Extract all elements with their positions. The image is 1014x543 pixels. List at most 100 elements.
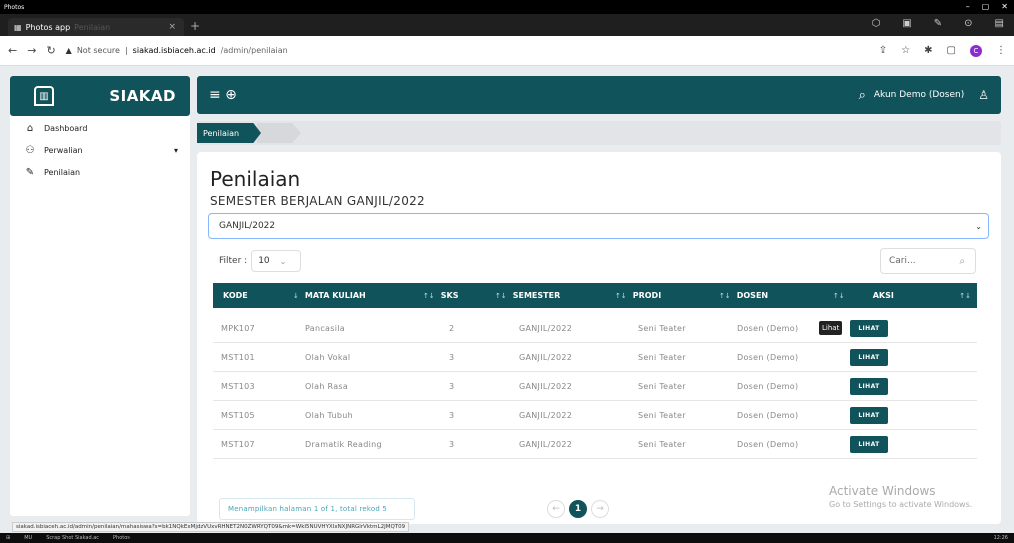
not-secure-label: Not secure	[76, 46, 120, 55]
sort-icon: ↑↓	[615, 291, 627, 300]
column-header-aksi[interactable]: ↑↓ AKSI ↑↓	[833, 283, 977, 308]
home-icon: ⌂	[26, 122, 34, 134]
users-icon: ⚇	[25, 144, 35, 156]
back-icon[interactable]: ←	[8, 44, 17, 57]
semester-select[interactable]: GANJIL/2022 ⌄	[208, 213, 989, 239]
page-size-value: 10	[258, 256, 270, 266]
column-header-prodi[interactable]: ↑↓ PRODI	[615, 283, 661, 308]
search-icon: ⌕	[959, 255, 965, 267]
brand-name: SIAKAD	[109, 87, 176, 105]
bookmark-star-icon[interactable]: ☆	[901, 45, 910, 56]
clock: 12:26	[993, 535, 1008, 541]
sidebar-item-label: Perwalian	[44, 145, 83, 155]
page-button[interactable]: 1	[569, 500, 587, 518]
lihat-button[interactable]: LIHAT	[850, 349, 888, 366]
share-page-icon[interactable]: ⇪	[879, 45, 887, 56]
sidebar-item-label: Dashboard	[44, 123, 88, 133]
sort-icon: ↑↓	[495, 291, 507, 300]
page-subtitle: SEMESTER BERJALAN GANJIL/2022	[210, 194, 425, 208]
profile-avatar[interactable]: C	[970, 44, 982, 57]
reload-icon[interactable]: ↻	[46, 44, 55, 57]
breadcrumb-item-penilaian[interactable]: Penilaian	[197, 123, 261, 143]
top-navbar: ≡ ⊕ ⌕ Akun Demo (Dosen) ♙	[197, 76, 1001, 114]
column-header-kode[interactable]: KODE	[223, 283, 248, 308]
url-domain: siakad.isbiaceh.ac.id	[132, 46, 216, 55]
search-placeholder: Cari...	[889, 256, 916, 266]
user-icon[interactable]: ♙	[978, 88, 989, 102]
minimize-icon[interactable]: –	[966, 2, 970, 11]
column-header-semester[interactable]: ↑↓ SEMESTER	[495, 283, 560, 308]
breadcrumb-spacer	[257, 123, 301, 143]
edit-icon[interactable]: ✎	[934, 18, 942, 29]
university-logo-icon: ▥	[34, 86, 54, 106]
semester-select-value: GANJIL/2022	[219, 221, 276, 231]
table-row: MST101 Olah Vokal 3 GANJIL/2022 Seni Tea…	[213, 343, 977, 372]
url-field[interactable]: ▲ Not secure | siakad.isbiaceh.ac.id/adm…	[66, 46, 288, 55]
tab-title: Photos app	[25, 22, 71, 32]
filter-label: Filter :	[219, 256, 248, 266]
sort-icon: ↑↓	[719, 291, 731, 300]
sidebar-item-perwalian[interactable]: ⚇ Perwalian ▾	[10, 140, 190, 160]
page-title: Penilaian	[210, 167, 301, 191]
status-url: siakad.isbiaceh.ac.id/admin/penilaian/ma…	[12, 522, 410, 532]
zoom-icon[interactable]: ⊙	[964, 18, 972, 29]
search-icon[interactable]: ⌕	[859, 88, 866, 103]
main-card: Penilaian SEMESTER BERJALAN GANJIL/2022 …	[197, 152, 1001, 524]
user-name[interactable]: Akun Demo (Dosen)	[874, 90, 964, 100]
save-icon[interactable]: ▤	[995, 18, 1004, 29]
address-bar: ← → ↻ ▲ Not secure | siakad.isbiaceh.ac.…	[0, 36, 1014, 66]
lihat-button[interactable]: LIHAT	[850, 378, 888, 395]
url-path: /admin/penilaian	[220, 46, 288, 55]
filter-control: Filter : 10 ⌄	[219, 250, 302, 272]
sidepanel-icon[interactable]: ▢	[947, 45, 956, 56]
prev-page-icon[interactable]: ←	[547, 500, 565, 518]
hamburger-menu-icon[interactable]: ≡ ⊕	[209, 87, 237, 103]
sidebar-item-dashboard[interactable]: ⌂ Dashboard	[10, 118, 190, 138]
taskbar-item[interactable]: Scrap Shot Siakad.ac	[46, 535, 99, 541]
taskbar-item[interactable]: Photos	[113, 535, 130, 541]
lihat-button[interactable]: LIHAT	[850, 436, 888, 453]
breadcrumb: Penilaian	[197, 121, 1001, 145]
chevron-down-icon: ⌄	[279, 256, 287, 266]
search-input[interactable]: Cari... ⌕	[880, 248, 976, 274]
taskbar: ⊞ MU Scrap Shot Siakad.ac Photos 12:26	[0, 533, 1014, 543]
maximize-icon[interactable]: ▢	[982, 2, 990, 11]
next-page-icon[interactable]: →	[591, 500, 609, 518]
window-title: Photos	[4, 3, 25, 11]
gallery-icon[interactable]: ▣	[902, 18, 911, 29]
sort-icon: ↑↓	[833, 291, 845, 300]
new-tab-icon[interactable]: +	[190, 19, 200, 33]
close-icon[interactable]: ✕	[1001, 2, 1008, 11]
menu-kebab-icon[interactable]: ⋮	[996, 45, 1006, 56]
share-icon[interactable]: ⬡	[872, 18, 881, 29]
table-row: MST107 Dramatik Reading 3 GANJIL/2022 Se…	[213, 430, 977, 459]
brand-header[interactable]: ▥ SIAKAD	[10, 76, 190, 116]
taskbar-item[interactable]: MU	[24, 535, 32, 541]
column-header-dosen[interactable]: ↑↓ DOSEN	[719, 283, 768, 308]
page-size-select[interactable]: 10 ⌄	[251, 250, 302, 272]
lihat-button[interactable]: LIHAT	[850, 407, 888, 424]
sort-icon: ↑↓	[959, 291, 971, 300]
sidebar-item-label: Penilaian	[44, 167, 81, 177]
sort-icon: ↑↓	[423, 291, 435, 300]
sidebar-item-penilaian[interactable]: ✎ Penilaian	[10, 162, 190, 182]
column-header-sks[interactable]: ↑↓ SKS	[423, 283, 458, 308]
lihat-tooltip: Lihat	[819, 321, 843, 335]
sort-icon: ↓	[293, 291, 299, 300]
column-header-mata-kuliah[interactable]: ↓ MATA KULIAH	[293, 283, 366, 308]
browser-tab-bar: ▦ Photos app Penilaian × + ⬡ ▣ ✎ ⊙ ▤	[0, 14, 1014, 36]
forward-icon[interactable]: →	[27, 44, 36, 57]
pencil-icon: ✎	[25, 166, 35, 178]
extensions-icon[interactable]: ✱	[924, 45, 932, 56]
browser-tab[interactable]: ▦ Photos app Penilaian ×	[8, 18, 184, 36]
warning-icon: ▲	[65, 46, 72, 55]
pagination-info: Menampilkan halaman 1 of 1, total rekod …	[219, 498, 415, 520]
lihat-button[interactable]: LIHAT	[850, 320, 888, 337]
window-title-bar: Photos – ▢ ✕	[0, 0, 1014, 14]
windows-start-icon[interactable]: ⊞	[6, 535, 10, 541]
table-row: MPK107 Pancasila 2 GANJIL/2022 Seni Teat…	[213, 314, 977, 343]
activate-windows-watermark: Activate Windows Go to Settings to activ…	[829, 484, 973, 509]
pagination: ← 1 →	[547, 500, 609, 518]
table-header: KODE ↓ MATA KULIAH ↑↓ SKS ↑↓ SEMESTER ↑↓ PRO…	[213, 283, 977, 308]
tab-close-icon[interactable]: ×	[168, 22, 176, 32]
